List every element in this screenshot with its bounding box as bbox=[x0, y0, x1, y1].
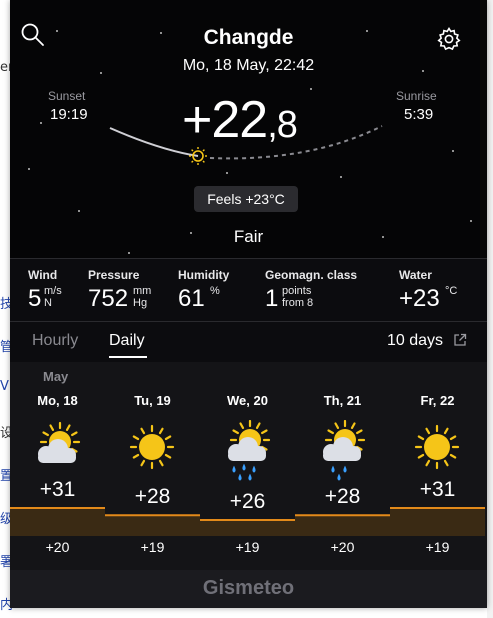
wind-value: 5 bbox=[28, 285, 42, 312]
tab-hourly[interactable]: Hourly bbox=[32, 332, 78, 350]
forecast-day-min: +20 bbox=[330, 539, 355, 555]
forecast-day-name: Mo, 18 bbox=[37, 393, 78, 408]
partly-cloudy-icon bbox=[38, 421, 81, 463]
weather-details: Wind 5 m/s N Pressure 752 mm Hg Humidity… bbox=[10, 258, 487, 322]
geomagnetic-label: Geomagn. class bbox=[265, 268, 358, 282]
pressure-unit: mm bbox=[133, 285, 152, 297]
forecast-day-weather bbox=[32, 420, 84, 487]
forecast-day-name: Fr, 22 bbox=[420, 393, 455, 408]
forecast-day[interactable]: Tu, 19 +28 +19 bbox=[105, 362, 200, 570]
brand-logo[interactable]: Gismeteo bbox=[10, 577, 487, 600]
tab-daily[interactable]: Daily bbox=[109, 332, 145, 350]
forecast-day-min: +20 bbox=[45, 539, 70, 555]
weather-condition: Fair bbox=[233, 227, 264, 246]
pressure-unit-bottom: Hg bbox=[133, 297, 148, 309]
forecast-day-max: +28 bbox=[324, 485, 361, 508]
humidity-detail: Humidity 61 % bbox=[178, 268, 230, 312]
geomagnetic-scale: from 8 bbox=[282, 297, 314, 309]
external-link-icon[interactable] bbox=[453, 333, 467, 347]
forecast-day-name: We, 20 bbox=[227, 393, 268, 408]
wind-detail: Wind 5 m/s N bbox=[28, 268, 62, 312]
forecast-day-weather bbox=[127, 420, 179, 487]
forecast-day-max: +31 bbox=[39, 478, 76, 501]
sunset-label: Sunset bbox=[48, 89, 86, 103]
wind-direction: N bbox=[44, 297, 52, 309]
forecast-day[interactable]: Fr, 22 +31 +19 bbox=[390, 362, 485, 570]
forecast-day-name: Th, 21 bbox=[323, 393, 362, 408]
ten-days-link[interactable]: 10 days bbox=[387, 332, 443, 350]
active-tab-indicator bbox=[109, 356, 147, 358]
forecast-day[interactable]: Th, 21 +28 +20 bbox=[295, 362, 390, 570]
pressure-value: 752 bbox=[88, 285, 129, 312]
humidity-value: 61 bbox=[178, 285, 205, 312]
background-link[interactable]: V bbox=[0, 379, 9, 394]
forecast-day-weather bbox=[222, 419, 274, 487]
feels-like-badge: Feels +23°C bbox=[194, 186, 298, 212]
water-unit: °C bbox=[445, 285, 458, 297]
temperature-decimal: ,8 bbox=[267, 104, 298, 146]
background-page-scrollbar bbox=[487, 0, 493, 618]
forecast-day-max: +28 bbox=[134, 485, 171, 508]
pressure-label: Pressure bbox=[88, 268, 140, 282]
daily-forecast: May Mo, 18 +31 +20 Tu, 19 +28 +19 We, 20 +26 +19… bbox=[10, 362, 487, 570]
footer: Gismeteo bbox=[10, 570, 487, 608]
pressure-detail: Pressure 752 mm Hg bbox=[88, 268, 151, 312]
forecast-day-min: +19 bbox=[425, 539, 450, 555]
humidity-label: Humidity bbox=[178, 268, 230, 282]
water-label: Water bbox=[399, 268, 432, 282]
partly-cloudy-rain-icon bbox=[228, 419, 271, 481]
current-datetime: Mo, 18 May, 22:42 bbox=[182, 57, 315, 74]
current-temperature: +22,8 bbox=[182, 90, 298, 150]
geomagnetic-value: 1 bbox=[265, 285, 279, 312]
forecast-tabs: Hourly Daily 10 days bbox=[10, 322, 487, 362]
forecast-day-max: +26 bbox=[229, 490, 266, 513]
wind-unit: m/s bbox=[44, 285, 62, 297]
forecast-day-weather bbox=[317, 419, 369, 487]
forecast-day-max: +31 bbox=[419, 478, 456, 501]
forecast-day-min: +19 bbox=[235, 539, 260, 555]
temperature-integer: +22 bbox=[182, 91, 268, 149]
forecast-day-weather bbox=[412, 420, 464, 487]
water-value: +23 bbox=[399, 285, 440, 312]
sunny-icon bbox=[129, 424, 175, 470]
geomagnetic-detail: Geomagn. class 1 points from 8 bbox=[265, 268, 358, 312]
forecast-day-name: Tu, 19 bbox=[134, 393, 171, 408]
sunrise-label: Sunrise bbox=[396, 89, 437, 103]
wind-label: Wind bbox=[28, 268, 58, 282]
forecast-day-min: +19 bbox=[140, 539, 165, 555]
forecast-day[interactable]: Mo, 18 +31 +20 bbox=[10, 362, 105, 570]
water-detail: Water +23 °C bbox=[399, 268, 457, 312]
sunny-icon bbox=[414, 424, 460, 470]
forecast-day[interactable]: We, 20 +26 +19 bbox=[200, 362, 295, 570]
city-name[interactable]: Changde bbox=[10, 26, 487, 50]
partly-cloudy-light-rain-icon bbox=[323, 419, 366, 481]
weather-popup: Changde Mo, 18 May, 22:42 Sunset 19:19 S… bbox=[10, 0, 487, 608]
humidity-unit: % bbox=[210, 285, 220, 297]
geomagnetic-unit: points bbox=[282, 285, 312, 297]
